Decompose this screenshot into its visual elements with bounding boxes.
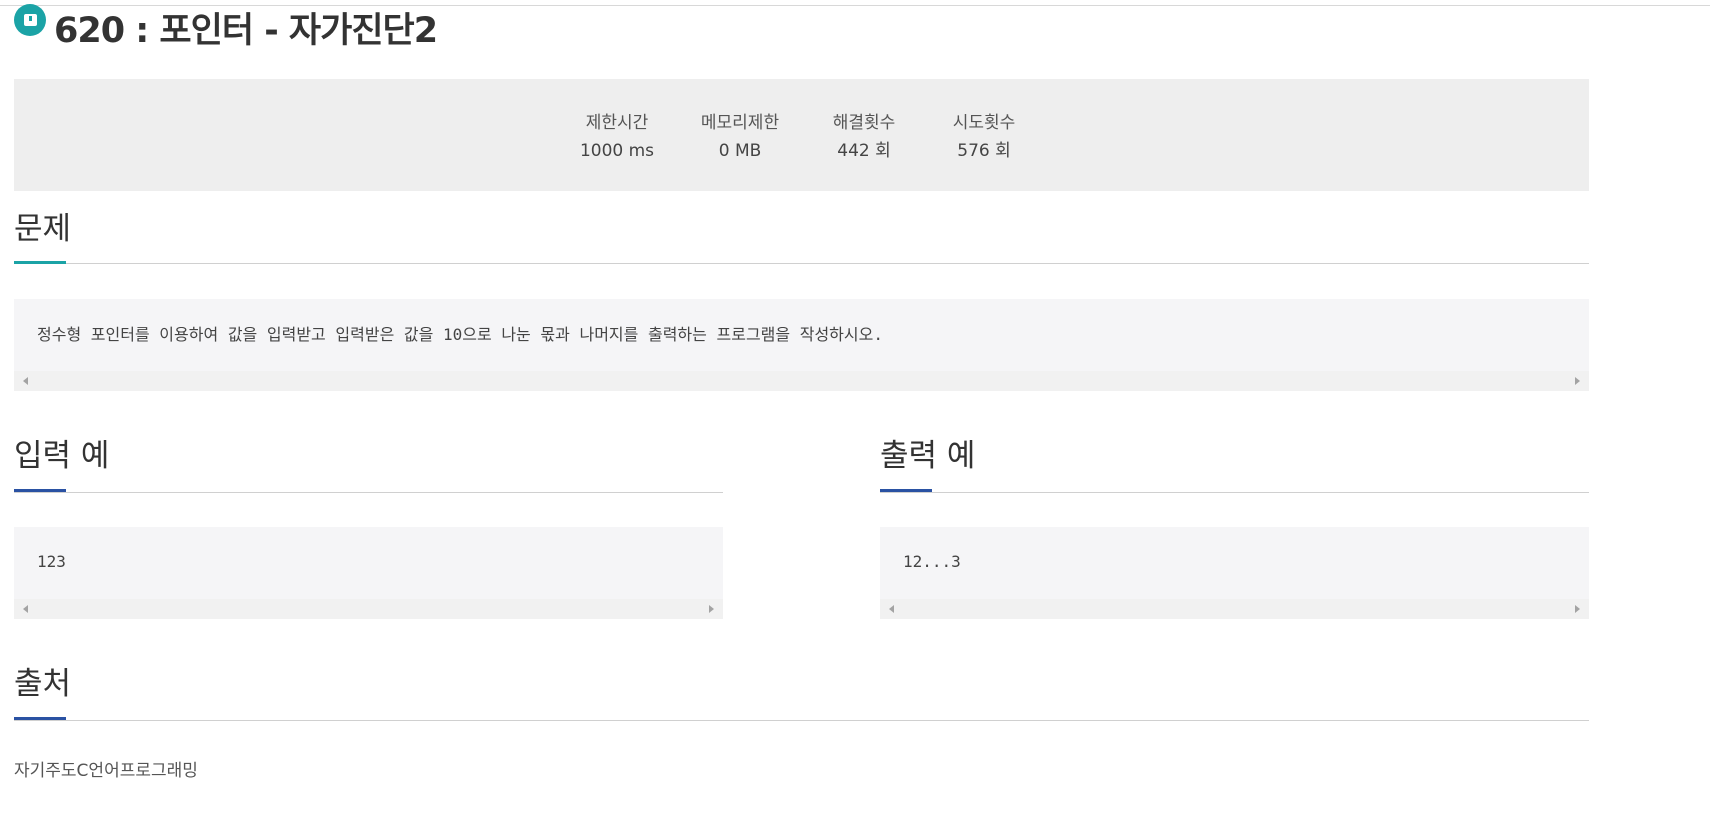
- source-heading-underline: [14, 717, 66, 720]
- source-heading-rule: [14, 720, 1589, 721]
- stat-label: 제한시간: [585, 113, 649, 133]
- stat-label: 메모리제한: [700, 113, 780, 133]
- input-example-heading: 입력 예: [14, 438, 110, 474]
- stat-attempt-count: 시도횟수 576 회: [929, 109, 1039, 165]
- input-scrollbar[interactable]: [14, 599, 723, 619]
- stat-value: 442 회: [837, 141, 891, 161]
- stat-value: 576 회: [957, 141, 1011, 161]
- top-divider: [0, 5, 1710, 6]
- output-example-heading: 출력 예: [880, 438, 976, 474]
- problem-heading-rule: [14, 263, 1589, 264]
- stat-memory-limit: 메모리제한 0 MB: [685, 109, 795, 165]
- scroll-right-arrow-icon[interactable]: [1575, 605, 1580, 613]
- output-heading-rule: [880, 492, 1589, 493]
- input-example-text: 123: [37, 552, 66, 571]
- stat-value: 0 MB: [718, 141, 762, 161]
- page-title: 620 : 포인터 - 자가진단2: [54, 11, 438, 51]
- scroll-left-arrow-icon[interactable]: [889, 605, 894, 613]
- problem-heading-underline: [14, 261, 66, 264]
- stat-value: 1000 ms: [579, 141, 655, 161]
- stat-label: 시도횟수: [952, 113, 1016, 133]
- output-heading-underline: [880, 489, 932, 492]
- scroll-left-arrow-icon[interactable]: [23, 605, 28, 613]
- output-scrollbar[interactable]: [880, 599, 1589, 619]
- problem-scrollbar[interactable]: [14, 371, 1589, 391]
- problem-text-box: 정수형 포인터를 이용하여 값을 입력받고 입력받은 값을 10으로 나눈 몫과…: [14, 299, 1589, 391]
- source-text: 자기주도C언어프로그래밍: [14, 761, 198, 781]
- scroll-right-arrow-icon[interactable]: [709, 605, 714, 613]
- problem-heading: 문제: [14, 211, 72, 247]
- stats-panel: 제한시간 1000 ms 메모리제한 0 MB 해결횟수 442 회 시도횟수 …: [14, 79, 1589, 191]
- source-heading: 출처: [14, 666, 72, 702]
- problem-text: 정수형 포인터를 이용하여 값을 입력받고 입력받은 값을 10으로 나눈 몫과…: [37, 325, 883, 344]
- input-example-box: 123: [14, 527, 723, 619]
- input-heading-underline: [14, 489, 66, 492]
- scroll-right-arrow-icon[interactable]: [1575, 377, 1580, 385]
- output-example-text: 12...3: [903, 552, 961, 571]
- stat-label: 해결횟수: [832, 113, 896, 133]
- input-heading-rule: [14, 492, 723, 493]
- scroll-left-arrow-icon[interactable]: [23, 377, 28, 385]
- stat-time-limit: 제한시간 1000 ms: [562, 109, 672, 165]
- output-example-box: 12...3: [880, 527, 1589, 619]
- stat-solved-count: 해결횟수 442 회: [809, 109, 919, 165]
- bookmark-icon[interactable]: [14, 4, 46, 36]
